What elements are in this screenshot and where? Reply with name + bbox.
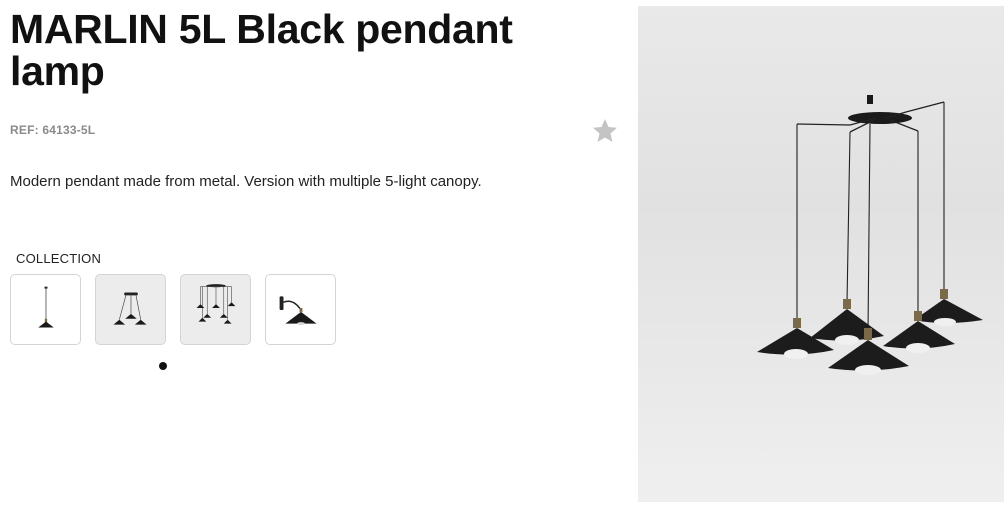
product-title: MARLIN 5L Black pendant lamp	[10, 6, 513, 94]
favorite-button[interactable]	[590, 116, 620, 146]
single-pendant-lamp-icon	[38, 286, 54, 328]
collection-thumb-multi-pendant[interactable]	[180, 274, 251, 345]
multi-pendant-lamp-icon	[196, 284, 236, 324]
collection-thumb-three-pendant[interactable]	[95, 274, 166, 345]
three-pendant-lamp-icon	[113, 292, 147, 325]
product-main-image[interactable]	[638, 6, 1004, 502]
carousel-indicator-dot[interactable]	[159, 362, 167, 370]
product-description: Modern pendant made from metal. Version …	[10, 173, 482, 190]
product-reference: REF: 64133-5L	[10, 123, 96, 137]
wall-lamp-icon	[279, 296, 317, 326]
collection-thumb-wall-lamp[interactable]	[265, 274, 336, 345]
collection-heading: COLLECTION	[16, 251, 102, 266]
star-icon	[593, 119, 617, 142]
pendant-lamp-photo	[638, 6, 1004, 502]
collection-thumb-single-pendant[interactable]	[10, 274, 81, 345]
